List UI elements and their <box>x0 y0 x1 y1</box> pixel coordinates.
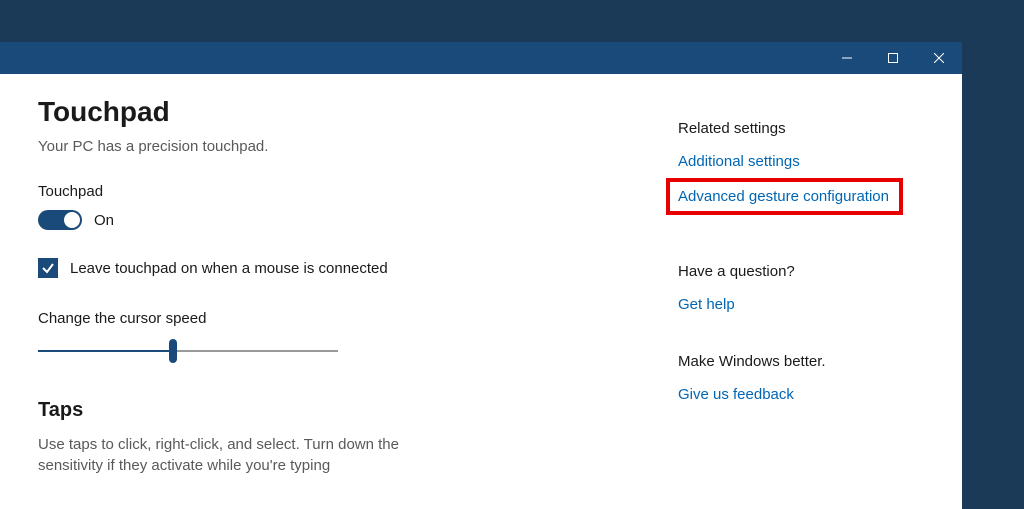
advanced-gesture-link[interactable]: Advanced gesture configuration <box>678 188 889 205</box>
touchpad-toggle-label: Touchpad <box>38 183 638 200</box>
question-heading: Have a question? <box>678 263 938 280</box>
get-help-link[interactable]: Get help <box>678 296 938 313</box>
cursor-speed-slider[interactable] <box>38 339 338 363</box>
settings-window: Touchpad Your PC has a precision touchpa… <box>0 42 962 509</box>
additional-settings-link[interactable]: Additional settings <box>678 153 938 170</box>
mouse-connected-label: Leave touchpad on when a mouse is connec… <box>70 260 388 277</box>
slider-thumb[interactable] <box>169 339 177 363</box>
page-subtitle: Your PC has a precision touchpad. <box>38 138 638 155</box>
touchpad-toggle-state: On <box>94 212 114 229</box>
maximize-button[interactable] <box>870 42 916 74</box>
mouse-connected-checkbox[interactable] <box>38 258 58 278</box>
highlight-annotation: Advanced gesture configuration <box>666 178 903 215</box>
content-area: Touchpad Your PC has a precision touchpa… <box>0 74 962 509</box>
related-heading: Related settings <box>678 120 938 137</box>
feedback-heading: Make Windows better. <box>678 353 938 370</box>
page-title: Touchpad <box>38 96 638 128</box>
taps-heading: Taps <box>38 399 638 422</box>
side-column: Related settings Additional settings Adv… <box>638 96 938 509</box>
minimize-button[interactable] <box>824 42 870 74</box>
toggle-knob <box>64 212 80 228</box>
close-button[interactable] <box>916 42 962 74</box>
slider-fill <box>38 350 173 352</box>
titlebar <box>0 42 962 74</box>
checkmark-icon <box>41 261 55 275</box>
give-feedback-link[interactable]: Give us feedback <box>678 386 938 403</box>
touchpad-toggle[interactable] <box>38 210 82 230</box>
cursor-speed-label: Change the cursor speed <box>38 310 338 327</box>
taps-description: Use taps to click, right-click, and sele… <box>38 434 458 476</box>
main-column: Touchpad Your PC has a precision touchpa… <box>38 96 638 509</box>
